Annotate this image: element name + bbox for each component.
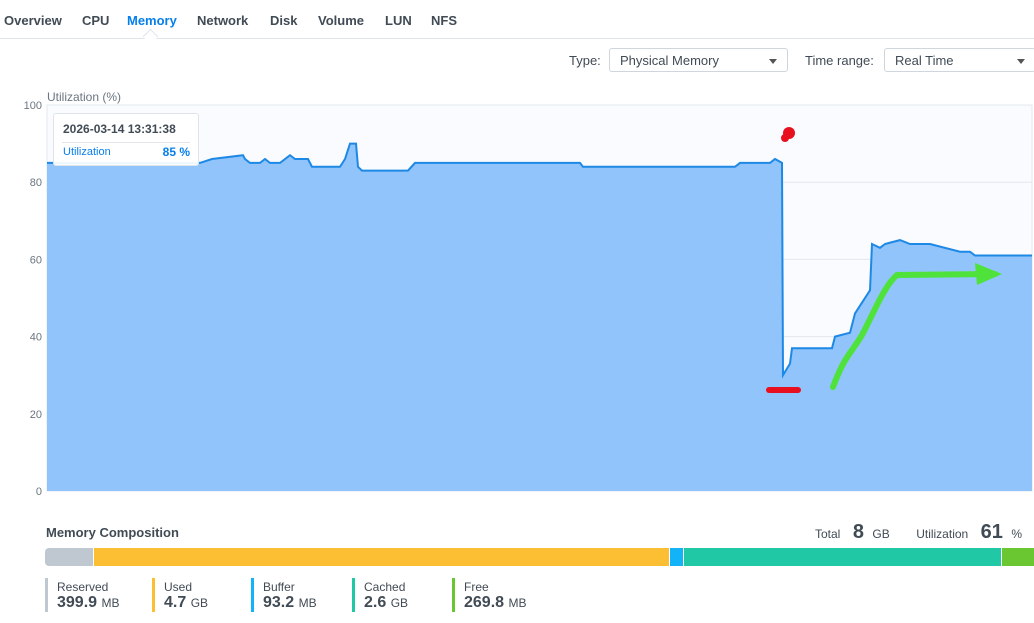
total-label: Total <box>815 527 841 541</box>
time-range-select[interactable]: Real Time <box>884 48 1034 72</box>
utilization-unit: % <box>1011 527 1023 541</box>
legend-label: Used <box>164 580 193 594</box>
type-value: Physical Memory <box>620 53 719 68</box>
legend-free: Free 269.8 MB <box>452 578 527 612</box>
tooltip-key: Utilization <box>63 146 111 158</box>
composition-summary: Total 8 GB Utilization 61 % <box>815 521 1022 544</box>
type-label: Type: <box>569 53 601 68</box>
chart-tooltip: 2026-03-14 13:31:38 Utilization 85 % <box>53 113 199 166</box>
y-tick-label: 0 <box>36 486 42 498</box>
utilization-label: Utilization <box>916 527 969 541</box>
composition-segment-cached <box>684 548 1002 566</box>
y-tick-label: 60 <box>30 254 42 266</box>
composition-segment-used <box>94 548 671 566</box>
composition-title: Memory Composition <box>46 525 179 540</box>
utilization-value: 61 <box>980 521 1003 543</box>
chevron-down-icon <box>1017 59 1025 64</box>
time-range-value: Real Time <box>895 53 954 68</box>
chevron-down-icon <box>769 59 777 64</box>
legend-value: 4.7 <box>164 594 187 611</box>
tab-lun[interactable]: LUN <box>385 13 412 28</box>
tab-nfs[interactable]: NFS <box>431 13 457 28</box>
legend-label: Cached <box>364 580 406 594</box>
legend-unit: GB <box>190 596 209 610</box>
composition-segment-reserved <box>45 548 95 566</box>
tooltip-datetime: 2026-03-14 13:31:38 <box>63 122 176 136</box>
tab-memory[interactable]: Memory <box>127 13 177 28</box>
legend-unit: GB <box>390 596 409 610</box>
tab-network[interactable]: Network <box>197 13 248 28</box>
legend-cached: Cached 2.6 GB <box>352 578 408 612</box>
active-tab-indicator <box>142 28 159 45</box>
composition-segment-buffer <box>670 548 685 566</box>
composition-bar <box>45 548 1034 566</box>
red-dot-annotation <box>781 134 789 142</box>
tab-bar: Overview CPU Memory Network Disk Volume … <box>0 0 1034 45</box>
total-unit: GB <box>872 527 890 541</box>
legend-buffer: Buffer 93.2 MB <box>251 578 317 612</box>
legend-unit: MB <box>101 596 120 610</box>
y-tick-label: 40 <box>30 332 42 344</box>
y-tick-label: 20 <box>30 409 42 421</box>
tab-overview[interactable]: Overview <box>4 13 62 28</box>
tooltip-value: 85 % <box>162 145 190 159</box>
time-range-label: Time range: <box>805 53 874 68</box>
tab-disk[interactable]: Disk <box>270 13 297 28</box>
y-tick-label: 80 <box>30 177 42 189</box>
legend-label: Reserved <box>57 580 109 594</box>
legend-value: 399.9 <box>57 594 98 611</box>
composition-segment-free <box>1001 548 1034 566</box>
legend-label: Free <box>464 580 489 594</box>
type-select[interactable]: Physical Memory <box>609 48 788 72</box>
legend-used: Used 4.7 GB <box>152 578 208 612</box>
legend-value: 93.2 <box>263 594 295 611</box>
total-value: 8 <box>852 521 864 543</box>
tab-volume[interactable]: Volume <box>318 13 364 28</box>
legend-unit: MB <box>298 596 317 610</box>
legend-value: 2.6 <box>364 594 387 611</box>
legend-reserved: Reserved 399.9 MB <box>45 578 120 612</box>
legend-unit: MB <box>508 596 527 610</box>
legend-label: Buffer <box>263 580 295 594</box>
tab-cpu[interactable]: CPU <box>82 13 109 28</box>
y-tick-label: 100 <box>24 100 42 112</box>
legend-value: 269.8 <box>464 594 505 611</box>
y-axis-label: Utilization (%) <box>47 90 121 104</box>
